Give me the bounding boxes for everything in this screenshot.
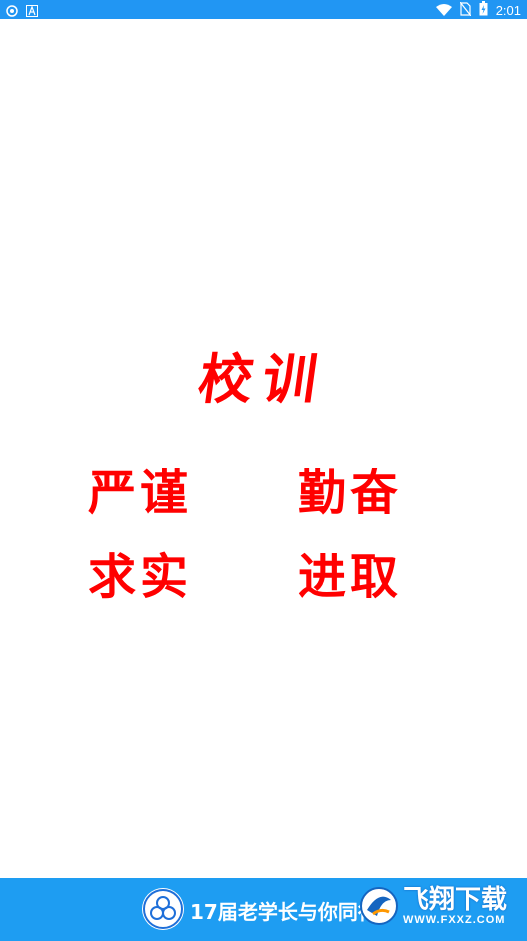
status-bar-left — [6, 2, 38, 21]
no-sim-icon — [459, 1, 472, 20]
motto-line-1-right: 勤奋 — [298, 465, 403, 521]
wifi-icon — [435, 1, 452, 20]
motto-line-1-left: 严谨 — [88, 465, 193, 521]
banner-text: 17届老学长与你同行 — [190, 900, 378, 924]
school-motto: 校训 严谨 勤奋 求实 进取 — [0, 325, 527, 605]
watermark-url: WWW.FXXZ.COM — [403, 914, 506, 926]
status-time: 2:01 — [495, 3, 521, 18]
watermark: 飞翔下载 WWW.FXXZ.COM — [359, 882, 519, 930]
status-bar-right: 2:01 — [435, 1, 521, 20]
battery-icon — [479, 1, 488, 20]
a-icon — [26, 2, 38, 21]
motto-title: 校训 — [194, 347, 332, 411]
motto-line-2-right: 进取 — [298, 549, 403, 605]
shield-icon — [6, 2, 18, 21]
app-logo-icon — [142, 888, 184, 930]
watermark-title: 飞翔下载 — [403, 885, 508, 915]
motto-line-2-left: 求实 — [88, 549, 193, 605]
watermark-logo-icon — [359, 886, 399, 926]
status-bar: 2:01 — [0, 0, 527, 19]
